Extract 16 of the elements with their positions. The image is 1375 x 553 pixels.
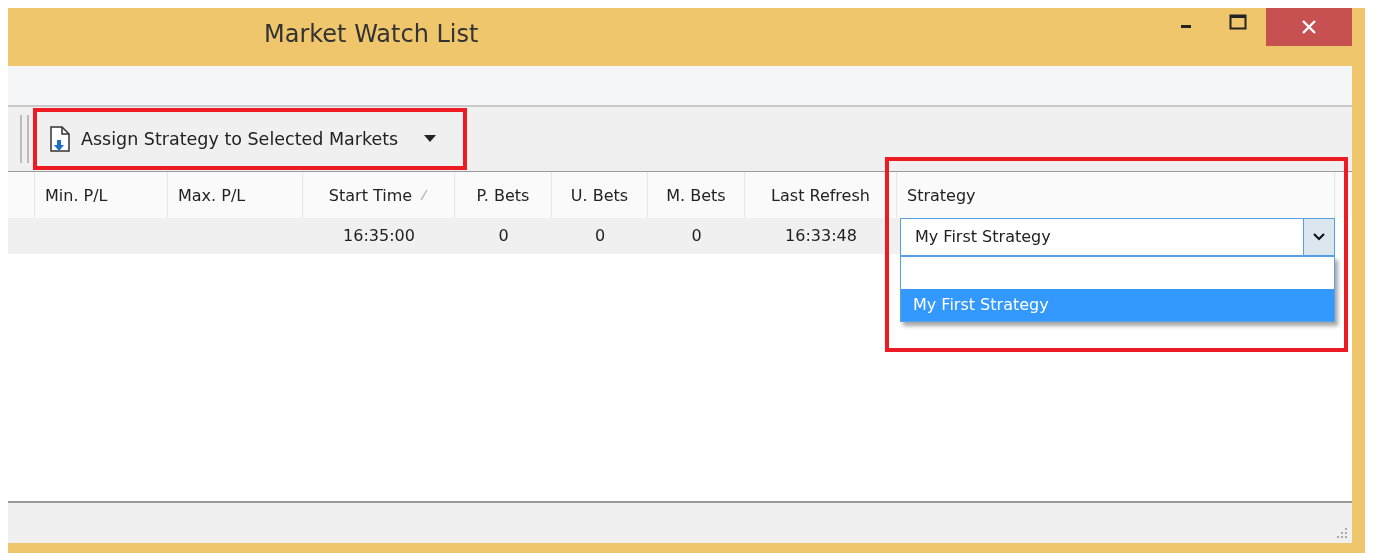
toolbar-grip[interactable] bbox=[20, 115, 29, 163]
minimize-icon bbox=[1181, 25, 1191, 28]
window-title: Market Watch List bbox=[264, 20, 479, 48]
assign-strategy-button[interactable]: Assign Strategy to Selected Markets bbox=[43, 119, 443, 159]
close-icon bbox=[1301, 19, 1317, 35]
resize-grip-icon bbox=[1336, 527, 1348, 539]
dropdown-button[interactable] bbox=[1303, 219, 1334, 255]
maximize-icon bbox=[1229, 13, 1247, 30]
table-cell-text: 16:33:48 bbox=[784, 225, 858, 247]
table-cell-text: 0 bbox=[690, 225, 703, 247]
strategy-combobox[interactable]: My First Strategy bbox=[900, 218, 1335, 256]
document-arrow-icon bbox=[49, 126, 71, 152]
table-cell-text: 0 bbox=[497, 225, 510, 247]
table-cell-text: 0 bbox=[593, 225, 607, 247]
chevron-down-icon bbox=[1313, 233, 1325, 241]
table-cell-text: 16:35:00 bbox=[342, 225, 416, 247]
